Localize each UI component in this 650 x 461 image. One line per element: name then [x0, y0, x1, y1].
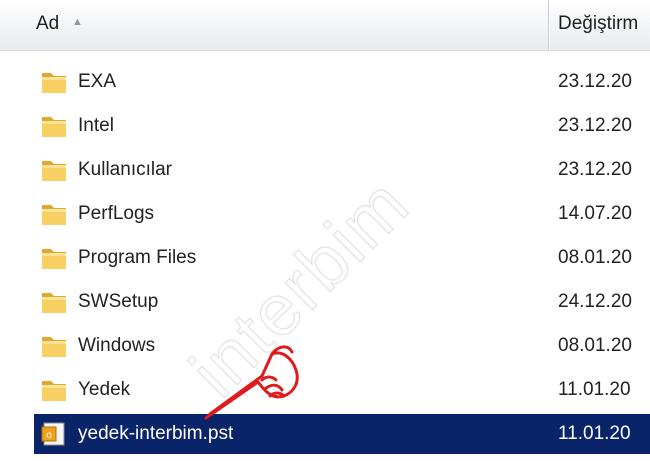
column-header-name[interactable]: Ad ▲: [0, 0, 548, 50]
file-row[interactable]: EXA 23.12.20: [0, 62, 650, 102]
file-name: Intel: [78, 115, 114, 136]
file-date: 11.01.20: [558, 379, 631, 400]
file-name: Yedek: [78, 379, 131, 400]
file-row[interactable]: Yedek 11.01.20: [0, 370, 650, 410]
folder-icon: [42, 73, 66, 93]
file-date: 08.01.20: [558, 335, 632, 356]
column-header-modified[interactable]: Değiştirm: [550, 0, 650, 50]
folder-icon: [42, 161, 66, 181]
file-date: 14.07.20: [558, 203, 632, 224]
column-header: Ad ▲ Değiştirm: [0, 0, 650, 51]
file-row[interactable]: Windows 08.01.20: [0, 326, 650, 366]
svg-text:o: o: [46, 430, 52, 441]
folder-icon: [42, 293, 66, 313]
file-name: PerfLogs: [78, 203, 155, 224]
column-header-modified-label: Değiştirm: [558, 13, 639, 34]
folder-icon: [42, 337, 66, 357]
file-date: 23.12.20: [558, 159, 632, 180]
folder-icon: [42, 381, 66, 401]
file-date: 23.12.20: [558, 115, 632, 136]
file-row[interactable]: SWSetup 24.12.20: [0, 282, 650, 322]
file-row[interactable]: Intel 23.12.20: [0, 106, 650, 146]
folder-icon: [42, 205, 66, 225]
sort-up-icon: ▲: [72, 16, 83, 28]
file-row[interactable]: o yedek-interbim.pst 11.01.20: [0, 414, 650, 454]
outlook-pst-icon: o: [41, 422, 65, 446]
file-name: Kullanıcılar: [78, 159, 172, 180]
file-name: SWSetup: [78, 291, 159, 312]
pointing-hand-icon: [204, 345, 299, 420]
file-name: Program Files: [78, 247, 197, 268]
file-name: yedek-interbim.pst: [78, 423, 234, 444]
file-row[interactable]: Program Files 08.01.20: [0, 238, 650, 278]
file-date: 23.12.20: [558, 71, 632, 92]
file-row[interactable]: PerfLogs 14.07.20: [0, 194, 650, 234]
file-date: 24.12.20: [558, 291, 632, 312]
column-header-name-label: Ad: [36, 13, 60, 34]
file-date: 11.01.20: [558, 423, 631, 444]
file-name: EXA: [78, 71, 117, 92]
file-name: Windows: [78, 335, 156, 356]
folder-icon: [42, 117, 66, 137]
folder-icon: [42, 249, 66, 269]
file-row[interactable]: Kullanıcılar 23.12.20: [0, 150, 650, 190]
file-date: 08.01.20: [558, 247, 632, 268]
